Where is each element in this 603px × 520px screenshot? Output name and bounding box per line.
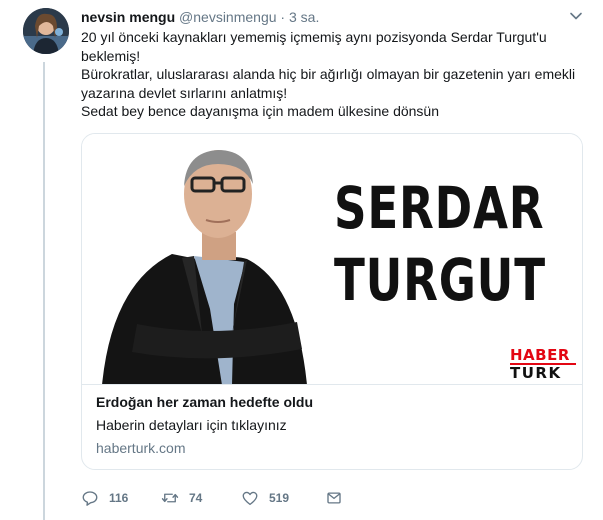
- avatar[interactable]: [23, 8, 69, 54]
- thread-line: [43, 62, 45, 520]
- author-handle[interactable]: @nevsinmengu: [179, 9, 277, 25]
- heart-icon: [242, 491, 258, 506]
- retweet-icon: [161, 493, 179, 503]
- reply-count: 116: [109, 491, 129, 505]
- card-domain: haberturk.com: [96, 440, 186, 456]
- card-headline[interactable]: Erdoğan her zaman hedefte oldu: [96, 392, 566, 412]
- retweet-count: 74: [189, 491, 203, 505]
- logo-top-text: HABER: [510, 346, 570, 364]
- tweet-actions: 116 74 519: [81, 486, 401, 510]
- card-description: Haberin detayları için tıklayınız: [96, 417, 287, 433]
- tweet-line: 20 yıl önceki kaynakları yememiş içmemiş…: [81, 29, 547, 64]
- tweet-line: Bürokratlar, uluslararası alanda hiç bir…: [81, 66, 576, 101]
- person-photo: [102, 150, 307, 384]
- envelope-icon: [327, 492, 341, 504]
- retweet-button[interactable]: 74: [161, 486, 202, 510]
- tweet-line: Sedat bey bence dayanışma için madem ülk…: [81, 103, 439, 119]
- reply-icon: [82, 491, 98, 506]
- card-image-title-line1: SERDAR: [334, 174, 545, 242]
- card-body[interactable]: Erdoğan her zaman hedefte oldu Haberin d…: [96, 392, 566, 458]
- separator-dot: ·: [280, 9, 286, 25]
- logo-bottom-text: TURK: [510, 363, 576, 381]
- reply-button[interactable]: 116: [81, 486, 128, 510]
- like-count: 519: [269, 491, 290, 505]
- like-button[interactable]: 519: [241, 486, 289, 510]
- tweet-timestamp[interactable]: 3 sa.: [289, 9, 319, 25]
- link-card[interactable]: SERDAR TURGUT HABER TURK Erdoğan her zam…: [81, 133, 583, 470]
- card-image-title-line2: TURGUT: [334, 246, 546, 314]
- tweet-header: nevsin mengu @nevsinmengu · 3 sa.: [81, 7, 583, 27]
- card-image[interactable]: SERDAR TURGUT HABER TURK: [82, 134, 582, 385]
- author-name[interactable]: nevsin mengu: [81, 9, 175, 25]
- direct-message-button[interactable]: [325, 486, 353, 510]
- tweet-text: 20 yıl önceki kaynakları yememiş içmemiş…: [81, 28, 581, 121]
- haberturk-logo: HABER TURK: [510, 348, 576, 382]
- chevron-down-icon[interactable]: [569, 9, 583, 23]
